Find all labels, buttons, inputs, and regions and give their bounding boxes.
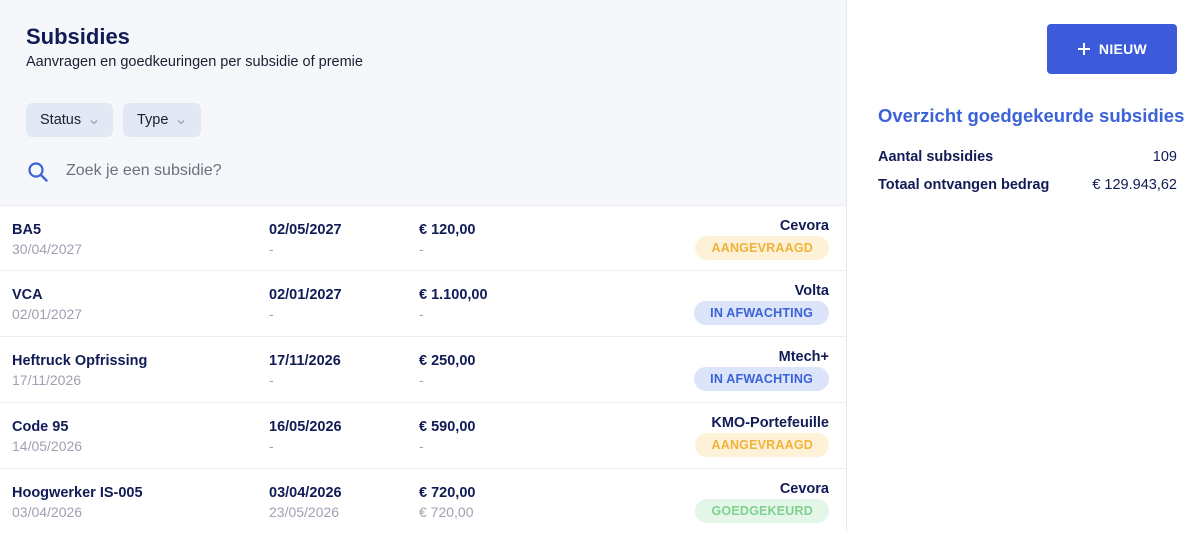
subsidy-name: Heftruck Opfrissing: [12, 353, 148, 369]
subsidy-name: VCA: [12, 287, 43, 303]
subsidy-date: 02/05/2027: [269, 222, 342, 238]
subsidy-date-secondary: -: [269, 438, 274, 454]
subsidy-row[interactable]: BA5 30/04/2027 02/05/2027 - € 120,00 - Cevora A…: [0, 205, 847, 270]
new-subsidy-button[interactable]: NIEUW: [1047, 24, 1177, 74]
subsidy-amount-received: -: [419, 241, 424, 257]
subsidy-date-secondary: -: [269, 241, 274, 257]
stat-value: 109: [1152, 149, 1177, 165]
subsidy-date: 03/04/2026: [269, 485, 342, 501]
subsidy-list: BA5 30/04/2027 02/05/2027 - € 120,00 - Cevora A…: [0, 205, 847, 534]
stat-count: Aantal subsidies 109: [878, 149, 1177, 169]
subsidy-amount-received: -: [419, 372, 424, 388]
subsidy-organisation: Cevora: [779, 481, 829, 497]
search-input[interactable]: [60, 156, 672, 186]
stat-value: € 129.943,62: [1092, 177, 1177, 193]
subsidy-request-date: 02/01/2027: [12, 306, 83, 322]
subsidy-name: Hoogwerker IS-005: [12, 485, 143, 501]
subsidy-request-date: 17/11/2026: [12, 372, 82, 388]
status-badge: AANGEVRAAGD: [695, 236, 829, 260]
subsidy-amount: € 1.100,00: [419, 287, 488, 303]
chevron-down-icon: [176, 115, 186, 125]
subsidy-date-secondary: -: [269, 306, 274, 322]
status-badge: IN AFWACHTING: [694, 367, 829, 391]
subsidy-request-date: 14/05/2026: [12, 438, 83, 454]
status-badge: IN AFWACHTING: [694, 301, 829, 325]
subsidy-amount-received: -: [419, 306, 424, 322]
stat-label: Totaal ontvangen bedrag: [878, 177, 1050, 193]
chevron-down-icon: [89, 115, 99, 125]
subsidy-amount: € 590,00: [419, 419, 476, 435]
subsidy-amount-received: € 720,00: [419, 504, 474, 520]
stat-total-amount: Totaal ontvangen bedrag € 129.943,62: [878, 177, 1177, 197]
search-icon[interactable]: [27, 161, 49, 183]
subsidy-request-date: 30/04/2027: [12, 241, 83, 257]
subsidy-date-secondary: 23/05/2026: [269, 504, 340, 520]
main-panel: Subsidies Aanvragen en goedkeuringen per…: [0, 0, 847, 531]
subsidy-date-secondary: -: [269, 372, 274, 388]
subsidy-organisation: Volta: [794, 283, 829, 299]
page-subtitle: Aanvragen en goedkeuringen per subsidie …: [26, 54, 363, 70]
sidebar: NIEUW Overzicht goedgekeurde subsidies A…: [848, 0, 1200, 531]
subsidy-amount-received: -: [419, 438, 424, 454]
new-button-label: NIEUW: [1098, 41, 1148, 57]
subsidy-row[interactable]: VCA 02/01/2027 02/01/2027 - € 1.100,00 - Volta…: [0, 270, 847, 336]
subsidy-row[interactable]: Hoogwerker IS-005 03/04/2026 03/04/2026 23/…: [0, 468, 847, 534]
subsidy-amount: € 120,00: [419, 222, 476, 238]
type-filter-dropdown[interactable]: Type: [123, 103, 201, 137]
status-badge: GOEDGEKEURD: [695, 499, 829, 523]
subsidy-name: BA5: [12, 222, 42, 238]
status-badge: AANGEVRAAGD: [695, 433, 829, 457]
page-title: Subsidies: [26, 24, 130, 49]
subsidy-row[interactable]: Code 95 14/05/2026 16/05/2026 - € 590,00 - KMO…: [0, 402, 847, 468]
subsidy-organisation: Mtech+: [778, 349, 829, 365]
subsidy-request-date: 03/04/2026: [12, 504, 83, 520]
subsidy-organisation: KMO-Portefeuille: [711, 415, 829, 431]
header-area: Subsidies Aanvragen en goedkeuringen per…: [0, 0, 846, 205]
status-filter-label: Status: [40, 112, 82, 128]
subsidy-amount: € 720,00: [419, 485, 476, 501]
subsidy-amount: € 250,00: [419, 353, 476, 369]
type-filter-label: Type: [137, 112, 169, 128]
plus-icon: [1077, 43, 1090, 55]
subsidy-row[interactable]: Heftruck Opfrissing 17/11/2026 17/11/2026 -…: [0, 336, 847, 402]
overview-title: Overzicht goedgekeurde subsidies: [878, 105, 1185, 126]
stat-label: Aantal subsidies: [878, 149, 994, 165]
subsidy-date: 17/11/2026: [269, 353, 341, 369]
subsidy-date: 16/05/2026: [269, 419, 342, 435]
subsidy-name: Code 95: [12, 419, 69, 435]
subsidy-organisation: Cevora: [779, 218, 829, 234]
status-filter-dropdown[interactable]: Status: [26, 103, 113, 137]
subsidy-date: 02/01/2027: [269, 287, 342, 303]
